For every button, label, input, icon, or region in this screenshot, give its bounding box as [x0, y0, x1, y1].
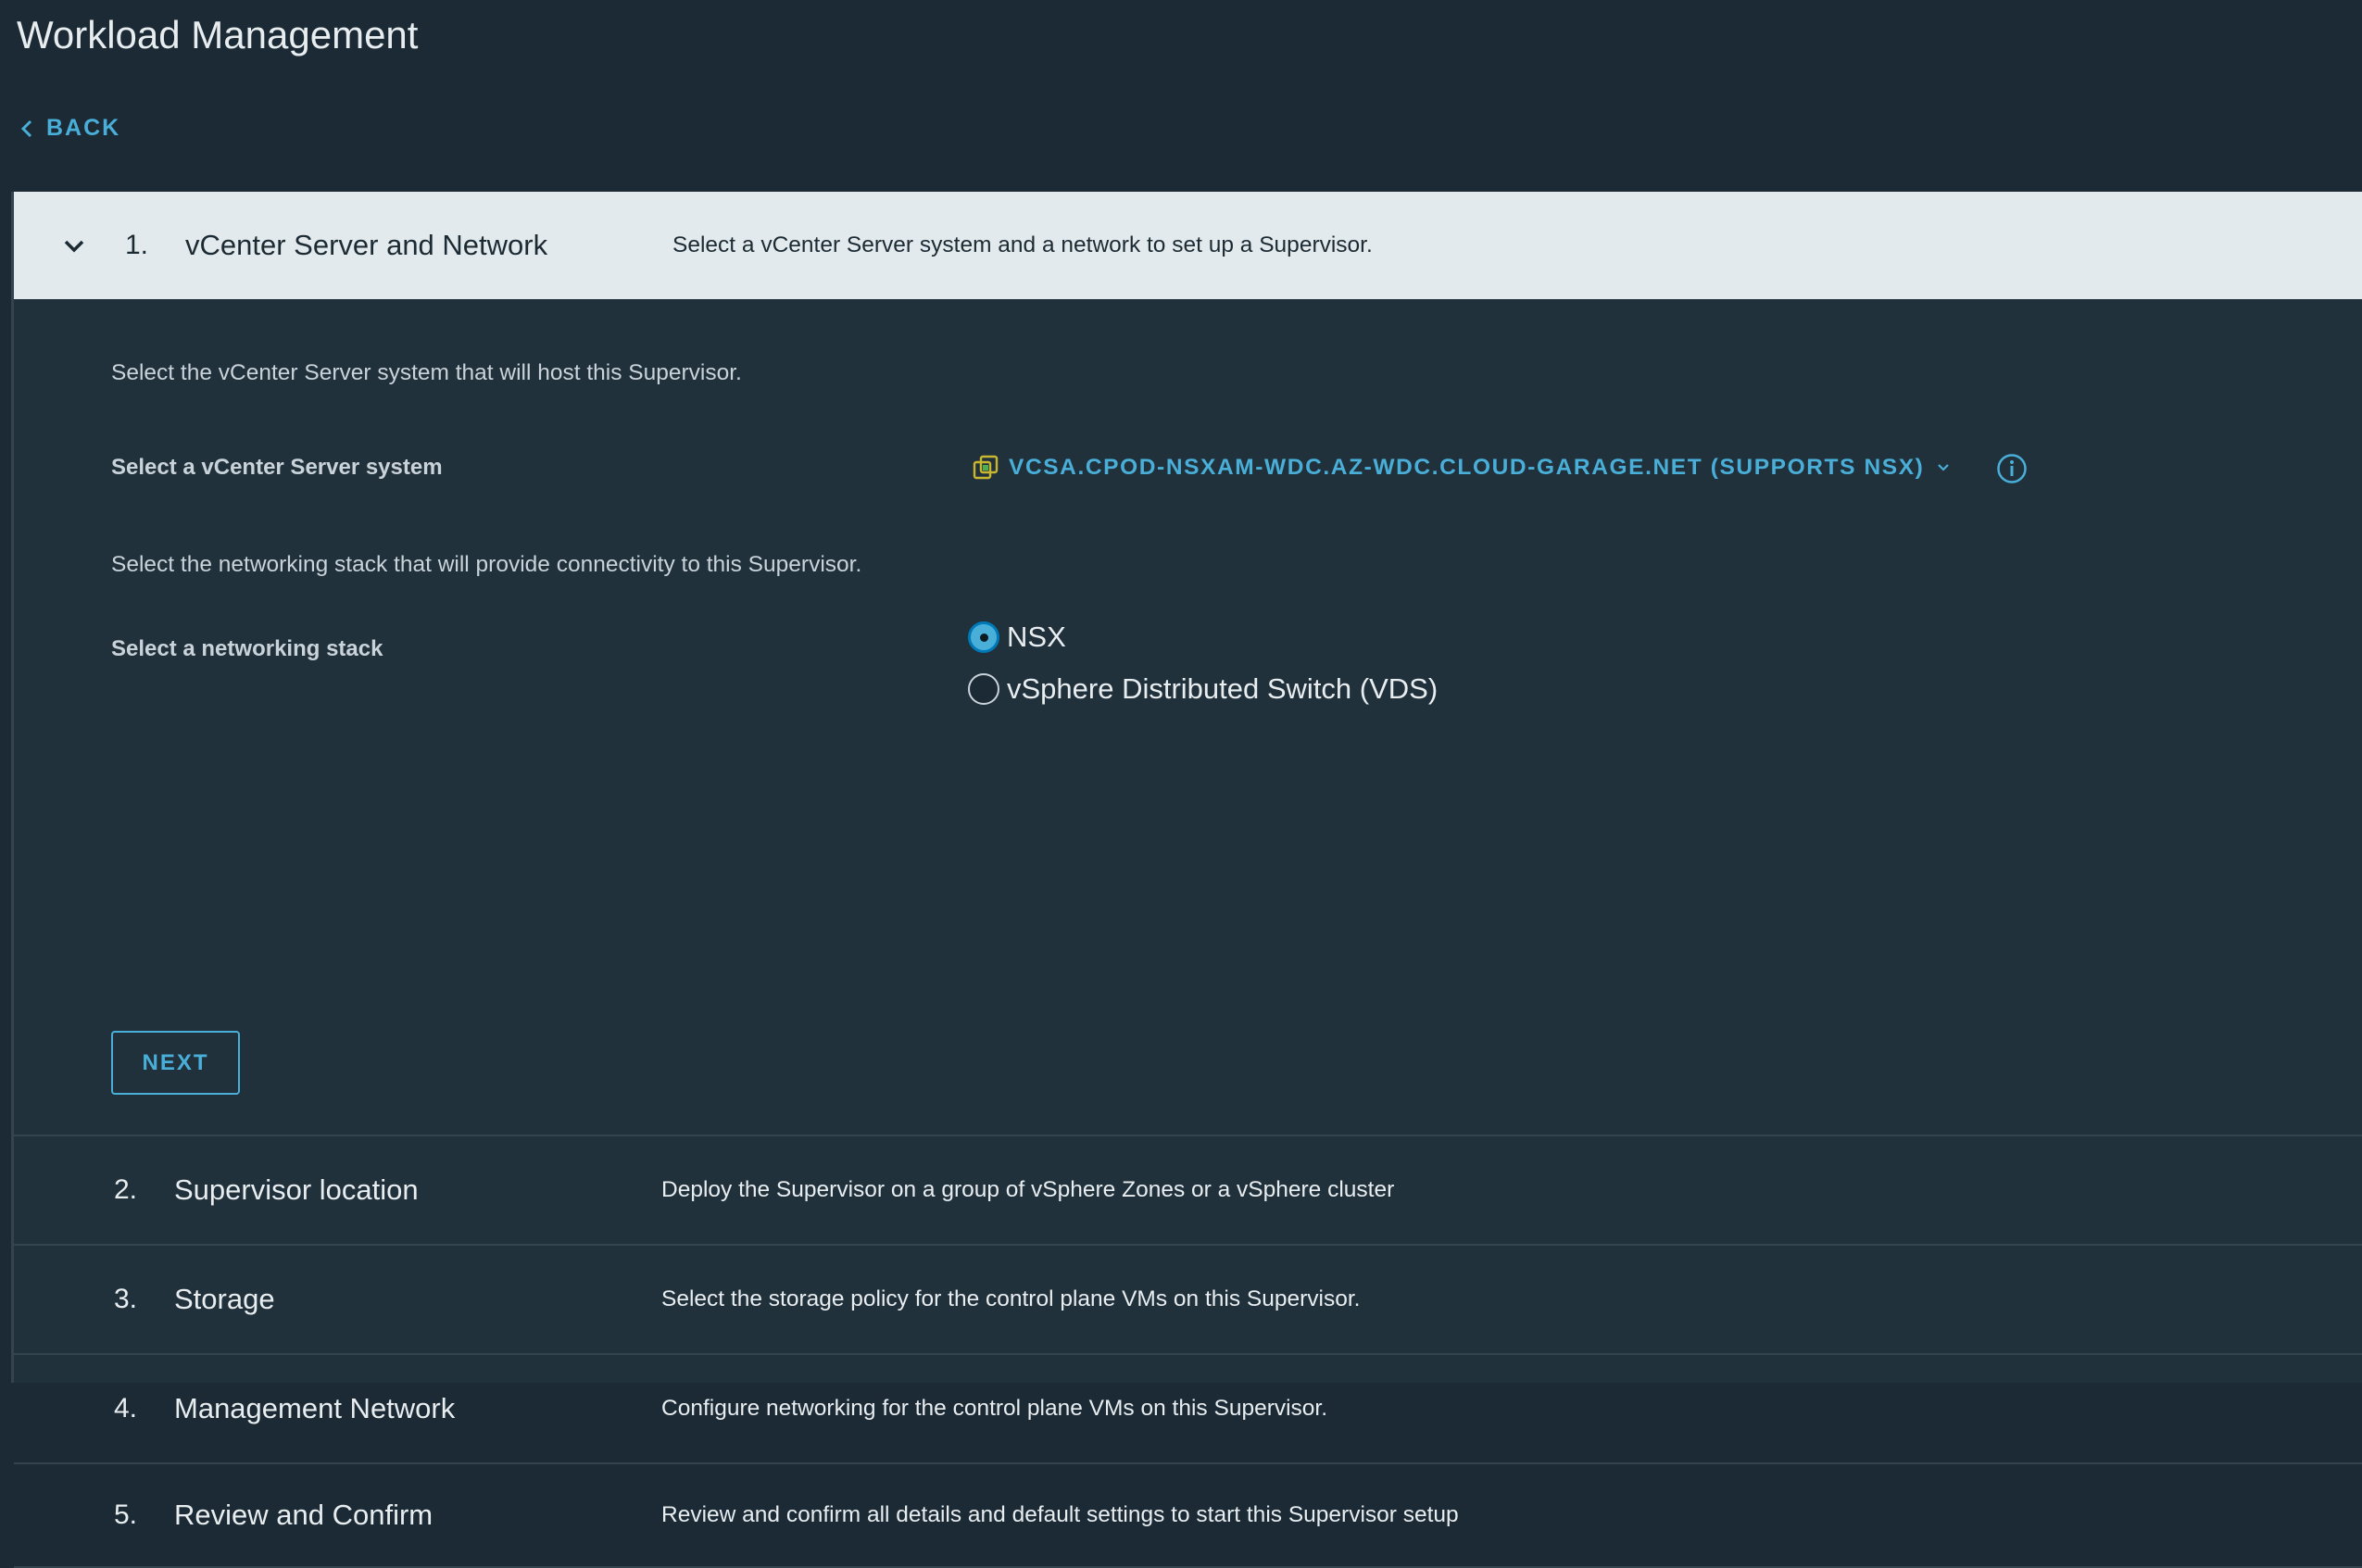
- step-description: Deploy the Supervisor on a group of vSph…: [661, 1177, 1395, 1202]
- vcenter-field-label: Select a vCenter Server system: [111, 455, 443, 480]
- step-title: Review and Confirm: [174, 1499, 433, 1531]
- chevron-down-icon: [64, 240, 84, 253]
- radio-option-nsx[interactable]: NSX: [968, 621, 1066, 654]
- step-description: Select a vCenter Server system and a net…: [672, 232, 1373, 257]
- step-header-vcenter-network[interactable]: 1. vCenter Server and Network Select a v…: [14, 192, 2362, 299]
- vcenter-intro-text: Select the vCenter Server system that wi…: [111, 360, 742, 385]
- page-title: Workload Management: [17, 13, 419, 56]
- step-description: Review and confirm all details and defau…: [661, 1502, 1459, 1527]
- network-field-label: Select a networking stack: [111, 636, 383, 661]
- step-title: vCenter Server and Network: [185, 229, 548, 261]
- step-body-vcenter-network: Select the vCenter Server system that wi…: [14, 299, 2362, 1136]
- step-header-review-confirm[interactable]: 5. Review and Confirm Review and confirm…: [14, 1464, 2362, 1568]
- step-title: Supervisor location: [174, 1173, 419, 1206]
- step-number: 4.: [114, 1393, 138, 1424]
- radio-label-nsx: NSX: [1007, 621, 1066, 653]
- next-button[interactable]: NEXT: [111, 1031, 240, 1095]
- back-link[interactable]: BACK: [19, 115, 120, 142]
- step-header-management-network[interactable]: 4. Management Network Configure networki…: [14, 1355, 2362, 1464]
- vcenter-select-dropdown[interactable]: VCSA.CPOD-NSXAM-WDC.AZ-WDC.CLOUD-GARAGE.…: [972, 454, 1950, 482]
- step-number: 3.: [114, 1284, 138, 1314]
- step-header-supervisor-location[interactable]: 2. Supervisor location Deploy the Superv…: [14, 1136, 2362, 1246]
- step-number: 1.: [125, 230, 149, 260]
- step-title: Storage: [174, 1283, 275, 1315]
- info-icon[interactable]: [1996, 453, 2028, 484]
- step-number: 2.: [114, 1174, 138, 1205]
- vcenter-select-value: VCSA.CPOD-NSXAM-WDC.AZ-WDC.CLOUD-GARAGE.…: [1009, 455, 1925, 480]
- radio-label-vds: vSphere Distributed Switch (VDS): [1007, 672, 1439, 705]
- chevron-left-icon: [20, 119, 32, 137]
- radio-button-unchecked[interactable]: [968, 673, 999, 705]
- radio-option-vds[interactable]: vSphere Distributed Switch (VDS): [968, 672, 1438, 706]
- network-intro-text: Select the networking stack that will pr…: [111, 552, 862, 577]
- vcenter-server-icon: [973, 455, 999, 480]
- step-title: Management Network: [174, 1392, 456, 1424]
- step-number: 5.: [114, 1499, 138, 1530]
- back-label: BACK: [46, 115, 121, 141]
- step-description: Select the storage policy for the contro…: [661, 1286, 1361, 1311]
- step-description: Configure networking for the control pla…: [661, 1396, 1328, 1421]
- radio-button-checked[interactable]: [968, 621, 999, 653]
- setup-wizard: 1. vCenter Server and Network Select a v…: [11, 192, 2362, 1568]
- chevron-down-icon: [1938, 464, 1950, 471]
- step-header-storage[interactable]: 3. Storage Select the storage policy for…: [14, 1246, 2362, 1355]
